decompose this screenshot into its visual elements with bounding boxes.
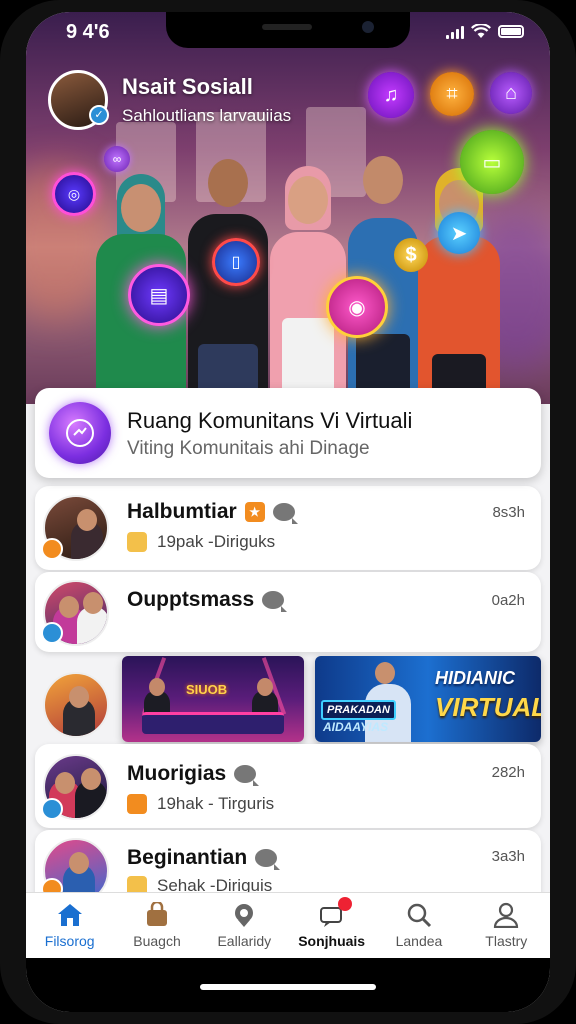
tab-location[interactable]: Eallaridy: [201, 893, 288, 958]
row-title: Beginantian: [127, 846, 248, 869]
list-item[interactable]: Muorigias 19hak - Tirguris 282h: [35, 744, 541, 828]
gaming-promo-card[interactable]: SIUOB: [122, 656, 304, 742]
tag-icon[interactable]: ⌗: [430, 72, 474, 116]
tag-icon: [127, 532, 147, 552]
status-badge: [41, 622, 63, 644]
phone-icon[interactable]: ▯: [212, 238, 260, 286]
list-item[interactable]: Oupptsmass 0a2h: [35, 572, 541, 652]
home-indicator[interactable]: [200, 984, 376, 990]
location-icon: [229, 901, 259, 929]
bag-icon: [142, 901, 172, 929]
tab-search[interactable]: Landea: [375, 893, 462, 958]
search-icon: [404, 901, 434, 929]
ticket-icon[interactable]: ▭: [460, 130, 524, 194]
document-icon[interactable]: ▤: [128, 264, 190, 326]
virtual-promo-caption: AIDAAYIAS: [323, 720, 389, 734]
tab-bag[interactable]: Buagch: [113, 893, 200, 958]
notification-badge: [337, 897, 352, 911]
virtual-promo-card[interactable]: HIDIANIC VIRTUAL PRAKADAN AIDAAYIAS: [315, 656, 541, 742]
verified-icon: ✓: [89, 105, 109, 125]
tag-icon: [127, 794, 147, 814]
row-time: 8s3h: [492, 504, 525, 521]
tab-home[interactable]: Filsorog: [26, 893, 113, 958]
virtual-promo-headline: VIRTUAL: [435, 692, 541, 722]
tab-label: Sonjhuais: [298, 933, 366, 949]
row-title: Halbumtiar: [127, 500, 237, 523]
tab-label: Filsorog: [44, 933, 95, 949]
music-icon[interactable]: ♫: [368, 72, 414, 118]
coin-icon[interactable]: ◉: [326, 276, 388, 338]
row-subtitle: 19hak - Tirguris: [157, 794, 275, 813]
profile-icon: [491, 901, 521, 929]
profile-subtitle: Sahloutlians larvauiias: [122, 106, 292, 125]
community-banner[interactable]: Ruang Komunitans Vi Virtuali Viting Komu…: [35, 388, 541, 478]
virtual-promo-badge: PRAKADAN: [321, 700, 396, 720]
target-icon[interactable]: ◎: [52, 172, 96, 216]
dollar-icon[interactable]: $: [394, 238, 428, 272]
chat-icon[interactable]: [255, 849, 281, 871]
camera-notch: [166, 12, 410, 48]
bird-icon[interactable]: ➤: [438, 212, 480, 254]
tab-label: Tlastry: [485, 933, 528, 949]
chat-icon[interactable]: [262, 591, 288, 613]
banner-subtitle: Viting Komunitais ahi Dinage: [127, 438, 370, 459]
tab-label: Eallaridy: [217, 933, 272, 949]
status-badge: [41, 798, 63, 820]
avatar[interactable]: [43, 672, 109, 738]
bottom-tab-bar: Filsorog Buagch Eallaridy Sonjhuais Land…: [26, 892, 550, 958]
chat-icon[interactable]: [272, 503, 298, 525]
wifi-icon: [471, 24, 491, 38]
profile-header[interactable]: ✓ Nsait Sosiall Sahloutlians larvauiias: [48, 70, 291, 130]
chat-icon[interactable]: [234, 765, 260, 787]
status-time: 9 4'6: [66, 21, 110, 43]
row-title: Muorigias: [127, 762, 227, 785]
badge-icon: ★: [244, 502, 265, 523]
battery-icon: [498, 25, 524, 38]
list-item[interactable]: Halbumtiar ★ 19pak -Diriguks 8s3h: [35, 486, 541, 570]
row-time: 3a3h: [491, 848, 525, 865]
profile-name: Nsait Sosiall: [122, 74, 253, 99]
lock-icon[interactable]: ⌂: [490, 72, 532, 114]
banner-title: Ruang Komunitans Vi Virtuali: [127, 408, 413, 433]
row-subtitle: 19pak -Diriguks: [157, 532, 276, 551]
link-icon[interactable]: ∞: [104, 146, 130, 172]
avatar[interactable]: ✓: [48, 70, 109, 130]
tab-messages[interactable]: Sonjhuais: [288, 893, 375, 958]
home-icon: [55, 901, 85, 929]
virtual-promo-title: HIDIANIC: [435, 668, 515, 688]
app-screen: ♫ ⌗ ⌂ ▭ ∞ ◎ ▤ ▯ ◉ $ ➤ 9 4'6 ✓ Nsait Sosi…: [26, 12, 550, 1012]
community-icon: [49, 402, 111, 464]
tab-profile[interactable]: Tlastry: [463, 893, 550, 958]
home-indicator-area: [26, 958, 550, 1012]
gaming-promo-title: SIUOB: [186, 682, 228, 697]
signal-icon: [446, 25, 464, 39]
phone-frame: ♫ ⌗ ⌂ ▭ ∞ ◎ ▤ ▯ ◉ $ ➤ 9 4'6 ✓ Nsait Sosi…: [0, 0, 576, 1024]
row-time: 282h: [491, 764, 525, 781]
row-time: 0a2h: [491, 592, 525, 609]
tab-label: Buagch: [133, 933, 181, 949]
tab-label: Landea: [395, 933, 443, 949]
row-title: Oupptsmass: [127, 588, 255, 611]
status-badge: [41, 538, 63, 560]
